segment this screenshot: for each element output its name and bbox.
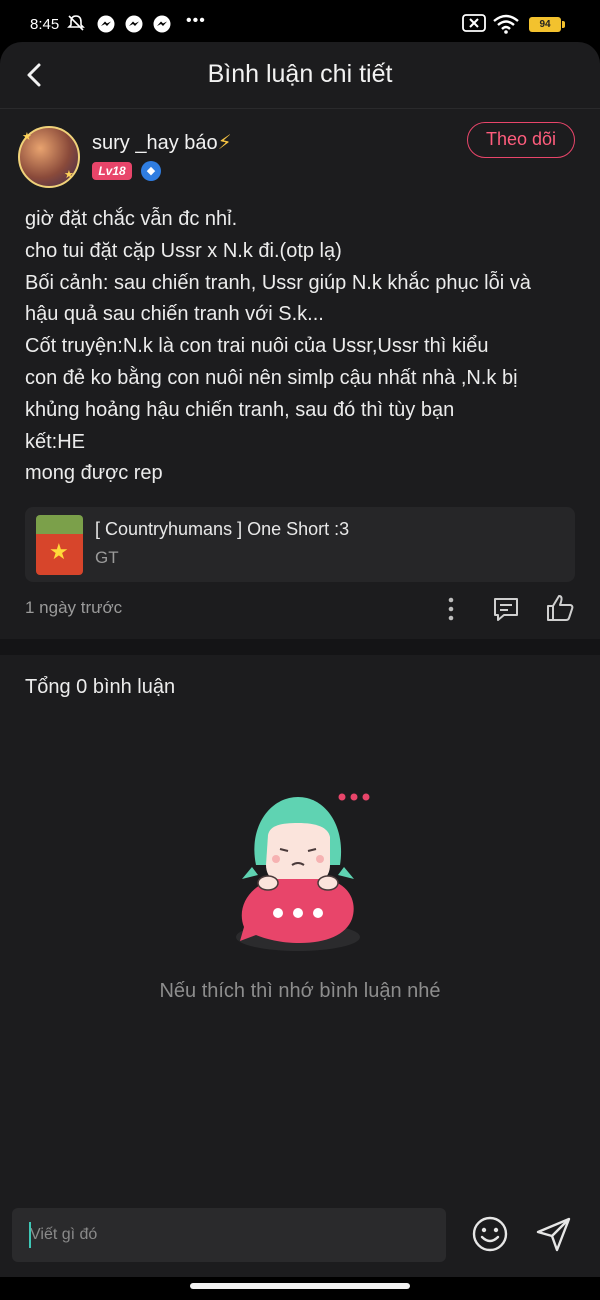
status-bar: 8:45 ••• 94 [0,0,600,42]
emoji-icon[interactable] [471,1215,509,1253]
diamond-icon: ◆ [141,161,161,181]
header: Bình luận chi tiết [0,42,600,109]
timestamp: 1 ngày trước [25,598,123,617]
comment-body: giờ đặt chắc vẫn đc nhỉ. cho tui đặt cặp… [25,204,580,490]
follow-button[interactable]: Theo dõi [467,122,575,158]
comment-icon[interactable] [492,595,520,623]
comment-line: giờ đặt chắc vẫn đc nhỉ. [25,208,238,230]
comment-line: hậu quả sau chiến tranh với S.k... [25,303,324,326]
send-icon[interactable] [535,1215,573,1253]
comment-line: Cốt truyện:N.k là con trai nuôi của Ussr… [25,335,489,358]
empty-state-message: Nếu thích thì nhớ bình luận nhé [159,980,441,1002]
comment-count: Tổng 0 bình luận [25,676,176,698]
comment-line: Bối cảnh: sau chiến tranh, Ussr giúp N.k… [25,271,531,294]
mute-icon [67,15,85,31]
status-time: 8:45 [30,16,60,33]
story-title: [ Countryhumans ] One Short :3 [95,519,350,539]
comment-line: khủng hoảng hậu chiến tranh, sau đó thì … [25,398,455,421]
section-divider [0,639,600,655]
username-text: sury _hay báo [92,132,218,154]
comment-line: con đẻ ko bằng con nuôi nên simlp cậu nh… [25,366,518,389]
messenger-icon [153,15,171,33]
messenger-icon [97,15,115,33]
battery-icon: 94 [529,17,565,32]
home-indicator[interactable] [190,1283,410,1289]
comment-line: mong được rep [25,462,163,485]
star-icon: ★ [22,131,32,143]
status-more-dots: ••• [186,12,206,29]
messenger-icon [125,15,143,33]
wifi-icon [493,14,519,34]
text-caret [29,1222,31,1248]
comment-line: cho tui đặt cặp Ussr x N.k đi.(otp lạ) [25,239,342,262]
level-badge: Lv18 [92,162,132,180]
empty-comments-illustration [236,793,370,951]
close-box-icon [462,14,486,32]
page-title: Bình luận chi tiết [207,60,393,88]
thumbs-up-icon[interactable] [545,593,575,623]
story-subtitle: GT [95,548,119,567]
more-vertical-icon[interactable] [440,594,462,624]
story-card[interactable]: ★ [ Countryhumans ] One Short :3 GT [25,507,575,582]
story-cover: ★ [36,515,83,575]
username[interactable]: sury _hay báo⚡ [92,130,232,155]
comment-line: kết:HE [25,430,86,453]
comment-detail-screen: Bình luận chi tiết ★ ★ sury _hay báo⚡ Lv… [0,42,600,1277]
avatar[interactable]: ★ ★ [18,126,80,188]
star-icon: ★ [64,169,74,181]
star-icon: ★ [49,539,69,564]
lightning-emoji: ⚡ [217,132,232,154]
comment-input[interactable] [12,1208,446,1262]
